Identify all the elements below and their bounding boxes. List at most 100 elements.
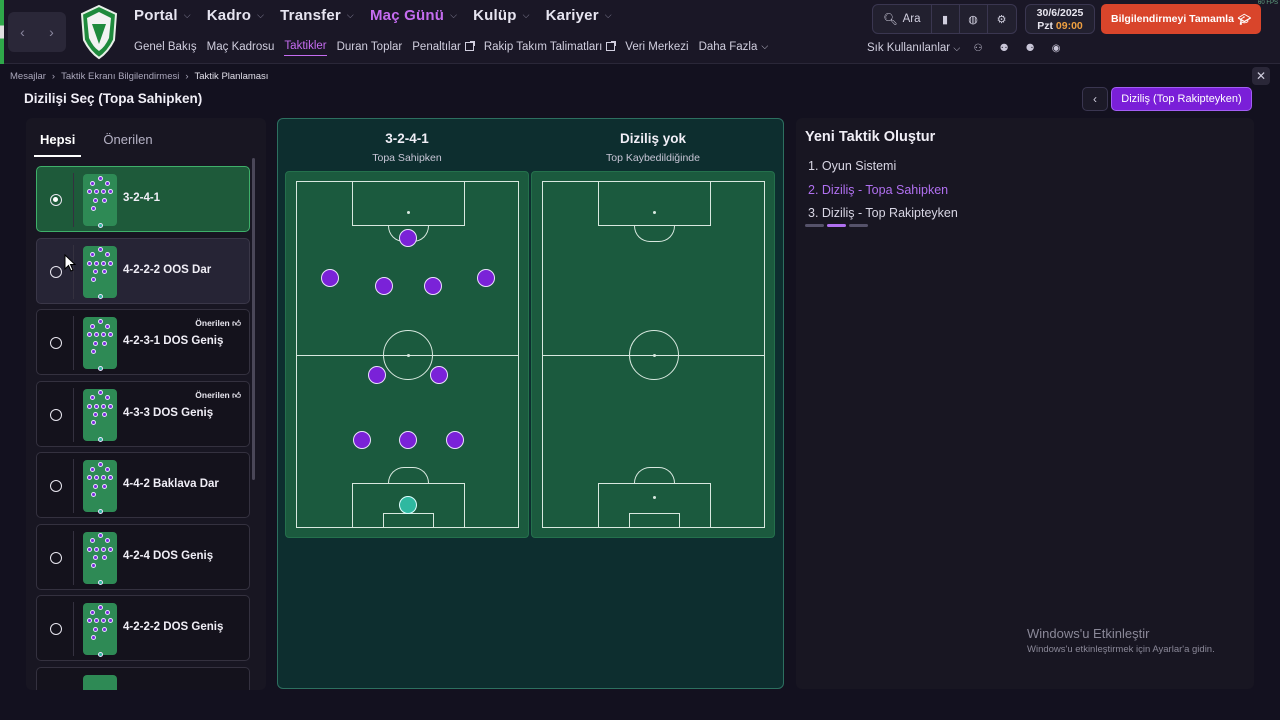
breadcrumb-item[interactable]: Taktik Ekranı Bilgilendirmesi xyxy=(61,71,179,82)
thumbnail-player-dot xyxy=(92,340,98,346)
bookmark-button[interactable]: ▮ xyxy=(932,5,960,33)
people-icon[interactable]: ⚇ xyxy=(970,43,986,54)
gear-icon: ⚙ xyxy=(996,13,1007,26)
settings-button[interactable]: ⚙ xyxy=(988,5,1016,33)
subnav-duran-toplar[interactable]: Duran Toplar xyxy=(337,40,403,56)
fps-counter: 60 FPS xyxy=(1257,0,1278,6)
formation-card[interactable]: 4-2-4 DOS Geniş xyxy=(36,523,250,590)
player-marker[interactable] xyxy=(477,269,495,287)
subnav-penaltilar[interactable]: Penaltılar xyxy=(412,40,475,56)
subnav-genel-bakis[interactable]: Genel Bakış xyxy=(134,40,197,56)
globe-button[interactable]: ◍ xyxy=(960,5,988,33)
club-logo[interactable] xyxy=(78,4,120,60)
goalkeeper-marker[interactable] xyxy=(399,496,417,514)
thumbnail-player-dot xyxy=(100,618,106,624)
breadcrumb-item[interactable]: Mesajlar xyxy=(10,71,46,82)
bookmark-icon: ▮ xyxy=(941,13,949,26)
penalty-box-top xyxy=(352,181,465,226)
formation-radio[interactable] xyxy=(50,194,62,206)
player-marker[interactable] xyxy=(424,277,442,295)
formation-card[interactable]: 4-4-2 Baklava Dar xyxy=(36,452,250,518)
player-marker[interactable] xyxy=(430,366,448,384)
formation-card[interactable]: 4-3-3 DOS Geniş Önerilen 👍︎ xyxy=(36,380,250,447)
wizard-step[interactable]: 3. Diziliş - Top Rakipteyken xyxy=(808,202,958,226)
player-marker[interactable] xyxy=(399,431,417,449)
tab-recommended[interactable]: Önerilen xyxy=(97,130,158,157)
thumbnail-player-dot xyxy=(90,466,96,472)
in-possession-pitch xyxy=(285,171,529,538)
player-marker[interactable] xyxy=(368,366,386,384)
subnav-mac-kadrosu[interactable]: Maç Kadrosu xyxy=(207,40,275,56)
in-possession-header: 3-2-4-1 Topa Sahipken xyxy=(287,131,527,164)
subnav-taktikler[interactable]: Taktikler xyxy=(284,40,327,56)
penalty-spot xyxy=(653,211,656,214)
scrollbar[interactable] xyxy=(252,158,255,480)
formation-radio[interactable] xyxy=(50,337,62,349)
formation-card[interactable]: 3-2-4-1 xyxy=(36,166,250,232)
formation-card[interactable]: 4-2-3-1 DOS Geniş Önerilen 👍︎ xyxy=(36,309,250,375)
divider xyxy=(73,173,74,227)
favorites-dropdown[interactable]: Sık Kullanılanlar ⌵ xyxy=(867,42,960,54)
wizard-step-active[interactable]: 2. Diziliş - Topa Sahipken xyxy=(808,179,958,203)
formation-card-partial[interactable] xyxy=(36,666,250,690)
formation-card[interactable]: 4-2-2-2 DOS Geniş xyxy=(36,595,250,661)
player-marker[interactable] xyxy=(353,431,371,449)
formation-name: 4-2-2-2 OOS Dar xyxy=(123,263,212,276)
chevron-down-icon: ⌵ xyxy=(761,41,769,51)
external-link-icon xyxy=(606,41,617,51)
chevron-down-icon: ⌵ xyxy=(346,10,354,20)
close-button[interactable]: ✕ xyxy=(1252,67,1270,85)
formation-radio[interactable] xyxy=(50,623,62,635)
formation-thumbnail xyxy=(83,317,117,371)
thumbnail-player-dot xyxy=(97,604,103,610)
player-marker[interactable] xyxy=(375,277,393,295)
thumbnail-player-dot xyxy=(108,189,114,195)
player-marker[interactable] xyxy=(446,431,464,449)
thumbnail-player-dot xyxy=(97,294,103,300)
nav-label: Kadro xyxy=(206,7,252,24)
search-button[interactable]: 🔍︎ Ara xyxy=(873,5,932,33)
penalty-box-top xyxy=(598,181,711,226)
nav-kadro[interactable]: Kadro ⌵ xyxy=(207,7,264,24)
formation-name: 4-2-3-1 DOS Geniş xyxy=(123,335,224,347)
out-of-possession-header: Diziliş yok Top Kaybedildiğinde xyxy=(533,131,773,164)
thumbnail-player-dot xyxy=(100,546,106,552)
player-marker[interactable] xyxy=(321,269,339,287)
thumbnail-player-dot xyxy=(94,332,100,338)
formation-radio[interactable] xyxy=(50,265,62,278)
penalty-arc-bottom xyxy=(388,467,429,483)
tab-all[interactable]: Hepsi xyxy=(34,130,82,157)
subnav-daha-fazla[interactable]: Daha Fazla ⌵ xyxy=(699,40,769,56)
thumbnail-player-dot xyxy=(97,461,103,467)
nav-portal[interactable]: Portal ⌵ xyxy=(134,7,191,24)
squad-icon[interactable]: ⚉ xyxy=(996,43,1012,54)
thumbs-up-icon: 👍︎ xyxy=(229,389,241,400)
nav-transfer[interactable]: Transfer ⌵ xyxy=(280,7,354,24)
thumbnail-player-dot xyxy=(90,180,96,186)
thumbnail-player-dot xyxy=(90,277,96,283)
subnav-rakip-takim[interactable]: Rakip Takım Talimatları xyxy=(484,40,617,56)
day-text: Pzt xyxy=(1037,20,1053,32)
complete-tutorial-button[interactable]: Bilgilendirmeyi Tamamla 🎓︎ xyxy=(1101,4,1261,34)
date-time-button[interactable]: 30/6/2025 Pzt 09:00 xyxy=(1025,4,1095,34)
formation-radio[interactable] xyxy=(50,551,62,564)
formation-radio[interactable] xyxy=(50,480,62,492)
forward-arrow-icon[interactable]: › xyxy=(37,12,66,52)
previous-step-button[interactable]: ‹ xyxy=(1082,87,1108,111)
subnav-veri-merkezi[interactable]: Veri Merkezi xyxy=(625,40,688,56)
thumbnail-player-dot xyxy=(86,475,92,481)
sub-nav: Genel Bakış Maç Kadrosu Taktikler Duran … xyxy=(134,40,768,56)
back-arrow-icon[interactable]: ‹ xyxy=(8,12,37,52)
player-marker[interactable] xyxy=(399,229,417,247)
target-icon[interactable]: ◉ xyxy=(1048,43,1064,54)
group-icon[interactable]: ⚈ xyxy=(1022,43,1038,54)
nav-kariyer[interactable]: Kariyer ⌵ xyxy=(546,7,612,24)
thumbnail-player-dot xyxy=(108,260,114,266)
formation-radio[interactable] xyxy=(50,408,62,421)
wizard-step[interactable]: 1. Oyun Sistemi xyxy=(808,155,958,179)
next-step-button[interactable]: Diziliş (Top Rakipteyken) xyxy=(1111,87,1252,111)
formation-name: 4-2-4 DOS Geniş xyxy=(123,549,214,562)
nav-mac-gunu[interactable]: Maç Günü ⌵ xyxy=(370,7,457,24)
subnav-label: Penaltılar xyxy=(412,40,461,53)
nav-kulup[interactable]: Kulüp ⌵ xyxy=(473,7,530,24)
